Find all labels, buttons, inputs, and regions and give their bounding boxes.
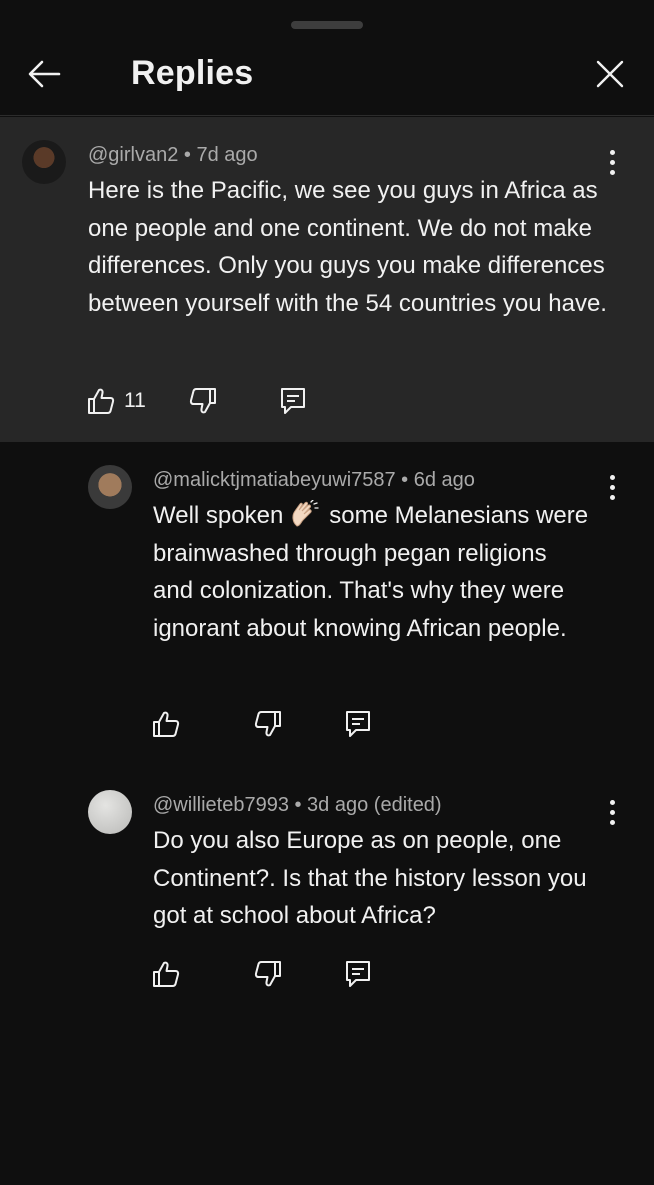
reply-comment: @malicktjmatiabeyuwi7587 • 6d ago Well s…: [0, 442, 654, 767]
comment-icon: [346, 711, 370, 737]
like-button[interactable]: [151, 704, 181, 744]
close-icon: [596, 60, 624, 88]
comment-text: Do you also Europe as on people, one Con…: [153, 827, 587, 929]
avatar[interactable]: [88, 465, 132, 509]
like-button[interactable]: 11: [86, 381, 146, 421]
avatar[interactable]: [88, 790, 132, 834]
thumbs-down-icon: [189, 388, 216, 414]
vertical-ellipsis-icon: [609, 474, 615, 480]
more-options-button[interactable]: [600, 472, 624, 502]
thumbs-up-icon: [88, 388, 115, 414]
reply-comment: @willieteb7993 • 3d ago (edited) Do you …: [0, 767, 654, 1027]
thumbs-down-icon: [254, 711, 281, 737]
parent-comment: @girlvan2 • 7d ago Here is the Pacific, …: [0, 117, 654, 442]
dislike-button[interactable]: [253, 704, 283, 744]
replies-header: Replies: [0, 32, 654, 116]
back-button[interactable]: [22, 52, 66, 96]
thumbs-down-icon: [254, 961, 281, 987]
clapping-hands-emoji: [292, 500, 319, 527]
drag-handle[interactable]: [291, 21, 363, 29]
page-title: Replies: [131, 54, 254, 92]
like-button[interactable]: [151, 954, 181, 994]
more-options-button[interactable]: [600, 147, 624, 177]
dislike-button[interactable]: [188, 381, 218, 421]
thumbs-up-icon: [153, 961, 180, 987]
reply-button[interactable]: [344, 954, 372, 994]
comment-icon: [281, 388, 305, 414]
vertical-ellipsis-icon: [609, 149, 615, 155]
comment-meta[interactable]: @malicktjmatiabeyuwi7587 • 6d ago: [153, 469, 475, 492]
replies-sheet: Replies @girlvan2 • 7d ago Here is the P…: [0, 0, 654, 1185]
like-count: 11: [124, 389, 146, 412]
comment-text: Well spoken some Melanesians were brainwa…: [153, 497, 593, 647]
close-button[interactable]: [588, 52, 632, 96]
vertical-ellipsis-icon: [609, 799, 615, 805]
comment-text: Here is the Pacific, we see you guys in …: [88, 177, 607, 317]
arrow-left-icon: [28, 60, 61, 88]
thumbs-up-icon: [153, 711, 180, 737]
comment-meta[interactable]: @willieteb7993 • 3d ago (edited): [153, 794, 442, 817]
dislike-button[interactable]: [253, 954, 283, 994]
more-options-button[interactable]: [600, 797, 624, 827]
reply-button[interactable]: [344, 704, 372, 744]
comment-icon: [346, 961, 370, 987]
avatar[interactable]: [22, 140, 66, 184]
comment-text-start: Well spoken: [153, 502, 284, 529]
reply-button[interactable]: [279, 381, 307, 421]
comment-meta[interactable]: @girlvan2 • 7d ago: [88, 144, 258, 167]
